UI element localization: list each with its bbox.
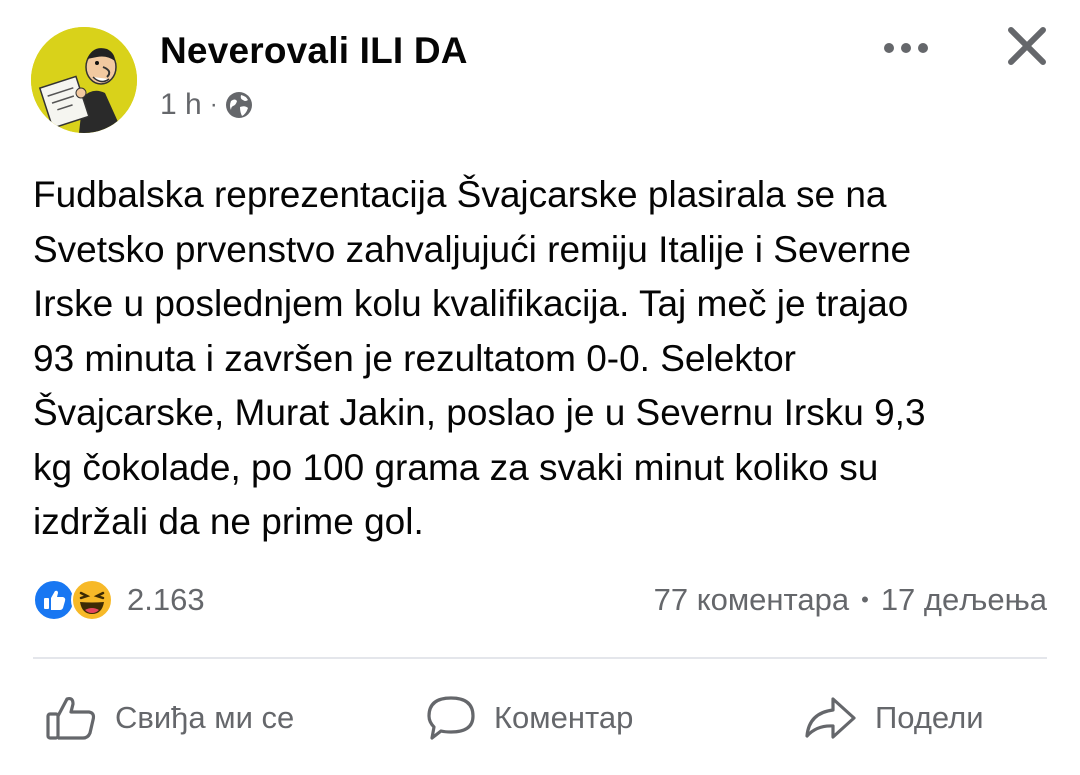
globe-icon bbox=[224, 90, 254, 120]
comment-button-label: Коментар bbox=[494, 700, 634, 735]
post-time[interactable]: 1 h bbox=[160, 88, 202, 122]
share-button-label: Подели bbox=[875, 700, 984, 735]
more-options-button[interactable] bbox=[878, 28, 934, 68]
shares-count[interactable]: 17 дељења bbox=[881, 582, 1047, 618]
post-actions: Свиђа ми се Коментар Подели bbox=[0, 676, 1080, 760]
comment-button[interactable]: Коментар bbox=[426, 676, 633, 760]
post-text: Fudbalska reprezentacija Švajcarske plas… bbox=[33, 174, 926, 542]
page-avatar[interactable] bbox=[31, 27, 137, 133]
like-button-label: Свиђа ми се bbox=[115, 700, 295, 735]
share-arrow-icon bbox=[805, 697, 856, 739]
counts-separator: • bbox=[861, 587, 869, 612]
facebook-post: Neverovali ILI DA 1 h · Fudbalska reprez… bbox=[0, 0, 1080, 775]
more-dots-icon bbox=[884, 43, 928, 53]
engagement-counts: 77 коментара • 17 дељења bbox=[654, 580, 1047, 620]
thumbs-up-icon bbox=[46, 696, 96, 740]
cartoon-avatar-icon bbox=[31, 27, 137, 133]
meta-separator: · bbox=[209, 91, 218, 118]
post-meta: 1 h · bbox=[160, 85, 254, 125]
like-reaction-icon bbox=[33, 579, 75, 621]
like-button[interactable]: Свиђа ми се bbox=[45, 676, 294, 760]
reactions-summary[interactable]: 2.163 bbox=[33, 578, 205, 622]
close-button[interactable] bbox=[1003, 22, 1051, 70]
comments-count[interactable]: 77 коментара bbox=[654, 582, 850, 618]
haha-reaction-icon bbox=[71, 579, 113, 621]
page-name[interactable]: Neverovali ILI DA bbox=[160, 30, 468, 72]
reaction-icons bbox=[33, 578, 121, 622]
comment-bubble-icon bbox=[427, 696, 475, 740]
divider bbox=[33, 657, 1047, 659]
close-icon bbox=[1008, 27, 1046, 65]
share-button[interactable]: Подели bbox=[803, 676, 984, 760]
reaction-count: 2.163 bbox=[127, 582, 205, 617]
